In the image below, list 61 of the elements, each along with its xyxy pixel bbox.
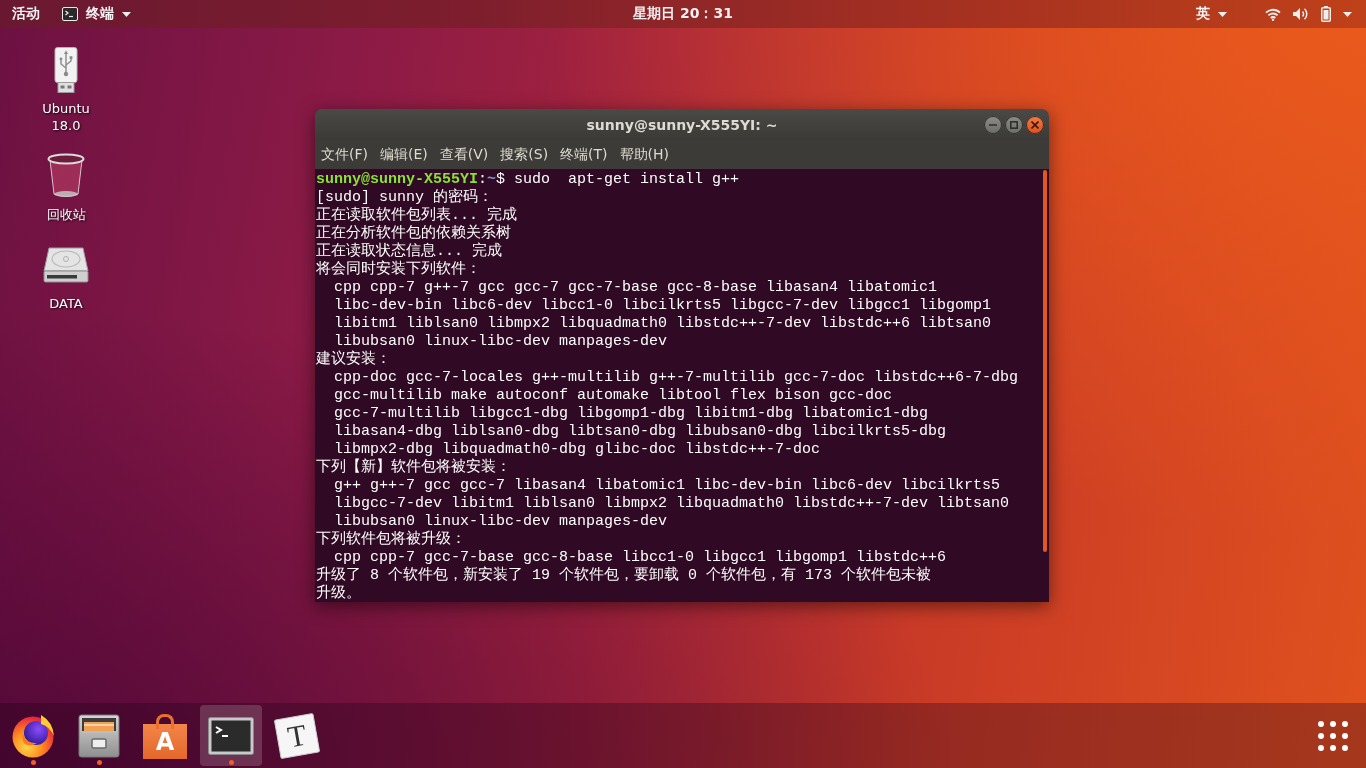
menu-item[interactable]: 编辑(E)	[374, 140, 434, 169]
input-method-menu[interactable]: 英	[1190, 0, 1233, 28]
terminal-line: 升级了 8 个软件包，新安装了 19 个软件包，要卸载 0 个软件包，有 173 个软件包未被	[316, 567, 933, 584]
terminal-line: 下列软件包将被升级：	[316, 531, 467, 549]
letter-tile-icon: T	[273, 712, 321, 759]
terminal-prompt-line: sunny@sunny-X555YI:~$ sudo apt-get install g++	[316, 171, 741, 188]
menu-item[interactable]: 文件(F)	[315, 140, 374, 169]
terminal-line: libc-dev-bin libc6-dev libcc1-0 libcilkrts5 libgcc-7-dev libgcc1 libgomp1	[333, 297, 993, 315]
app-menu[interactable]: 终端	[56, 0, 137, 28]
maximize-button[interactable]	[1005, 115, 1023, 134]
terminal-line: gcc-multilib make autoconf automake libtool flex bison gcc-doc	[333, 387, 894, 405]
menu-item[interactable]: 帮助(H)	[613, 140, 676, 169]
battery-icon	[1321, 6, 1331, 22]
activities-button[interactable]: 活动	[6, 0, 46, 28]
terminal-icon	[208, 716, 254, 755]
desktop-shortcut[interactable]: DATA	[16, 241, 116, 312]
menu-item[interactable]: 终端(T)	[554, 140, 614, 169]
terminal-line: libmpx2-dbg libquadmath0-dbg glibc-doc libstdc++-7-doc	[333, 441, 822, 458]
menu-item[interactable]: 搜索(S)	[494, 140, 555, 169]
terminal-icon	[62, 7, 78, 21]
desktop-shortcut[interactable]: Ubuntu 18.0	[16, 46, 116, 134]
terminal-line: 正在读取状态信息... 完成	[316, 243, 503, 260]
fox-globe-icon	[11, 713, 55, 758]
file-cabinet-icon	[78, 713, 120, 758]
desktop-shortcut[interactable]: 回收站	[16, 152, 116, 223]
terminal-line: libgcc-7-dev libitm1 liblsan0 libmpx2 libquadmath0 libstdc++-7-dev libtsan0	[333, 495, 1011, 513]
terminal-line: 升级。	[316, 585, 362, 602]
terminal-line: [sudo] sunny 的密码：	[316, 189, 495, 206]
minimize-button[interactable]	[984, 115, 1002, 134]
close-icon	[1031, 120, 1039, 129]
close-button[interactable]	[1026, 115, 1044, 134]
terminal-line: cpp cpp-7 g++-7 gcc gcc-7 gcc-7-base gcc-8-base libasan4 libatomic1	[333, 279, 939, 297]
clock-button[interactable]: 星期日 20：31	[627, 0, 739, 28]
terminal-line: 下列【新】软件包将被安装：	[316, 459, 512, 477]
terminal-line: libubsan0 linux-libc-dev manpages-dev	[333, 333, 669, 350]
terminal-line: libitm1 liblsan0 libmpx2 libquadmath0 libstdc++-7-dev libstdc++6 libtsan0	[333, 315, 993, 333]
menu-item[interactable]: 查看(V)	[433, 140, 495, 169]
hard-disk-icon	[43, 247, 89, 283]
terminal-line: libubsan0 linux-libc-dev manpages-dev	[333, 513, 669, 530]
caret-icon	[1343, 11, 1352, 17]
volume-icon	[1293, 7, 1309, 21]
terminal-line: 正在分析软件包的依赖关系树	[316, 225, 512, 242]
dock-app-button[interactable]	[200, 705, 262, 766]
terminal-line: cpp cpp-7 gcc-7-base gcc-8-base libcc1-0 libgcc1 libgomp1 libstdc++6	[333, 549, 948, 566]
shopping-bag-icon: A	[143, 712, 187, 759]
maximize-icon	[1010, 120, 1018, 129]
terminal-line: g++ g++-7 gcc gcc-7 libasan4 libatomic1 libc-dev-bin libc6-dev libcilkrts5	[333, 477, 1002, 495]
caret-icon	[1218, 11, 1227, 17]
terminal-line: 建议安装：	[316, 351, 392, 369]
wifi-icon	[1265, 7, 1281, 21]
window-title: sunny@sunny-X555YI: ~	[586, 116, 778, 133]
terminal-line: 正在读取软件包列表... 完成	[316, 207, 518, 224]
terminal-line: cpp-doc gcc-7-locales g++-multilib g++-7-multilib gcc-7-doc libstdc++6-7-dbg	[333, 369, 1020, 387]
dock-app-button[interactable]: T	[266, 705, 328, 766]
terminal-line: libasan4-dbg liblsan0-dbg libtsan0-dbg libubsan0-dbg libcilkrts5-dbg	[333, 423, 948, 441]
terminal-line: gcc-7-multilib libgcc1-dbg libgomp1-dbg libitm1-dbg libatomic1-dbg	[333, 405, 930, 423]
trash-bin-icon	[47, 153, 85, 199]
app-grid-icon	[1318, 720, 1348, 751]
caret-icon	[122, 11, 131, 17]
terminal-line: 将会同时安装下列软件：	[316, 261, 482, 279]
usb-drive-icon	[54, 47, 78, 93]
